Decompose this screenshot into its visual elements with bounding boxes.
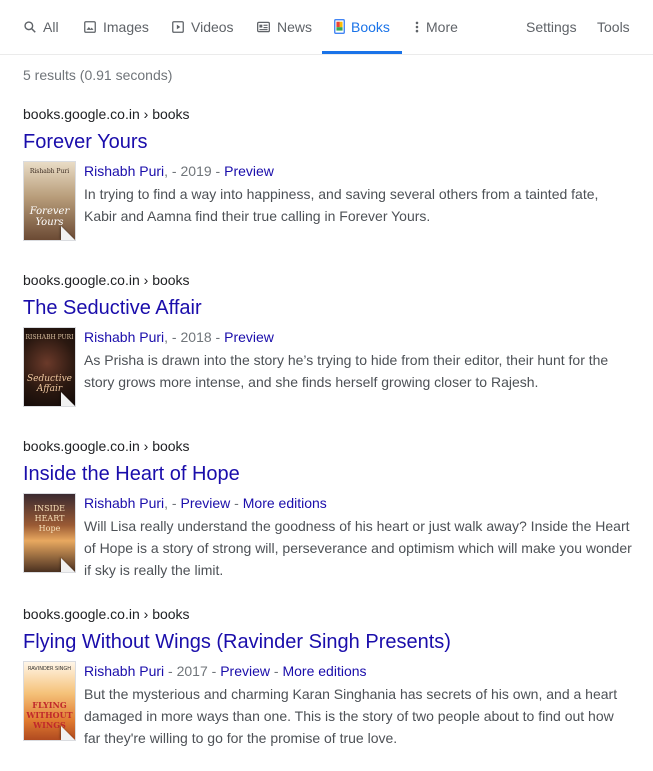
book-cover-thumbnail[interactable]: INSIDE HEART Hope [23, 493, 76, 573]
tab-images[interactable]: Images [83, 0, 149, 53]
search-icon [24, 20, 36, 33]
tab-videos-label: Videos [191, 18, 234, 35]
result-cite: books.google.co.in › books [23, 272, 190, 288]
tab-news-label: News [277, 18, 313, 35]
result-title-link[interactable]: The Seductive Affair [23, 295, 633, 321]
result-title-link[interactable]: Flying Without Wings (Ravinder Singh Pre… [23, 629, 633, 655]
tab-settings-label: Settings [526, 18, 577, 35]
author-link[interactable]: Rishabh Puri [84, 163, 164, 179]
result-meta: Rishabh Puri, - 2019 - Preview [84, 161, 633, 181]
more-editions-link[interactable]: More editions [282, 663, 366, 679]
book-cover-thumbnail[interactable]: RAVINDER SINGH FLYING WITHOUT WINGS [23, 661, 76, 741]
tab-books[interactable]: Books [322, 0, 402, 54]
tab-more[interactable]: More [414, 0, 458, 53]
search-tabs-bar: All Images Videos News Books More Settin… [0, 0, 653, 55]
author-link[interactable]: Rishabh Puri [84, 495, 164, 511]
page-curl-icon [61, 726, 75, 740]
publish-year: 2017 [176, 663, 208, 679]
meta-separator: - [211, 329, 225, 345]
page-curl-icon [61, 558, 75, 572]
result-cite: books.google.co.in › books [23, 106, 190, 122]
result-snippet: Will Lisa really understand the goodness… [84, 518, 632, 578]
publish-year: 2018 [180, 329, 212, 345]
book-icon [334, 19, 345, 34]
search-result: books.google.co.in › books Flying Withou… [23, 604, 633, 749]
meta-separator: - [230, 495, 243, 511]
tab-tools[interactable]: Tools [597, 0, 630, 53]
result-snippet: But the mysterious and charming Karan Si… [84, 686, 618, 746]
search-result: books.google.co.in › books Inside the He… [23, 436, 633, 581]
video-play-icon [172, 20, 184, 33]
page-curl-icon [61, 392, 75, 406]
meta-separator: - [211, 163, 225, 179]
cover-author-text: Rishabh Puri [29, 168, 70, 175]
result-title-link[interactable]: Inside the Heart of Hope [23, 461, 633, 487]
meta-separator: - [207, 663, 221, 679]
tab-books-label: Books [351, 18, 390, 35]
search-result: books.google.co.in › books Forever Yours… [23, 104, 633, 241]
search-result: books.google.co.in › books The Seductive… [23, 270, 633, 407]
cover-author-text: RAVINDER SINGH [27, 666, 72, 672]
meta-separator: , - [164, 329, 181, 345]
tab-more-label: More [426, 18, 458, 35]
cover-title-text: Seductive Affair [27, 374, 72, 394]
tab-images-label: Images [103, 18, 149, 35]
author-link[interactable]: Rishabh Puri [84, 329, 164, 345]
page-curl-icon [61, 226, 75, 240]
preview-link[interactable]: Preview [224, 329, 274, 345]
meta-separator: - [164, 663, 177, 679]
cover-title-text: Forever Yours [29, 206, 70, 228]
tab-all[interactable]: All [23, 0, 59, 53]
tab-news[interactable]: News [256, 0, 312, 53]
book-cover-thumbnail[interactable]: RISHABH PURI Seductive Affair [23, 327, 76, 407]
more-dots-icon [415, 21, 419, 32]
result-meta: Rishabh Puri, - 2018 - Preview [84, 327, 633, 347]
meta-separator: , - [164, 495, 181, 511]
more-editions-link[interactable]: More editions [243, 495, 327, 511]
tab-tools-label: Tools [597, 18, 630, 35]
tab-all-label: All [43, 18, 59, 35]
news-icon [257, 21, 270, 32]
tab-settings[interactable]: Settings [526, 0, 577, 53]
result-meta: Rishabh Puri - 2017 - Preview - More edi… [84, 661, 633, 681]
tab-videos[interactable]: Videos [171, 0, 234, 53]
book-cover-thumbnail[interactable]: Rishabh Puri Forever Yours [23, 161, 76, 241]
image-icon [84, 20, 96, 33]
result-meta: Rishabh Puri, - Preview - More editions [84, 493, 633, 513]
result-snippet: As Prisha is drawn into the story he’s t… [84, 352, 609, 390]
result-cite: books.google.co.in › books [23, 438, 190, 454]
result-stats: 5 results (0.91 seconds) [23, 67, 173, 83]
meta-separator: - [270, 663, 283, 679]
cover-author-text: RISHABH PURI [25, 334, 74, 341]
result-title-link[interactable]: Forever Yours [23, 129, 633, 155]
publish-year: 2019 [180, 163, 212, 179]
result-snippet: In trying to find a way into happiness, … [84, 186, 599, 224]
cover-title-text: INSIDE HEART Hope [33, 504, 66, 533]
result-cite: books.google.co.in › books [23, 606, 190, 622]
preview-link[interactable]: Preview [220, 663, 270, 679]
preview-link[interactable]: Preview [181, 495, 231, 511]
preview-link[interactable]: Preview [224, 163, 274, 179]
author-link[interactable]: Rishabh Puri [84, 663, 164, 679]
meta-separator: , - [164, 163, 181, 179]
